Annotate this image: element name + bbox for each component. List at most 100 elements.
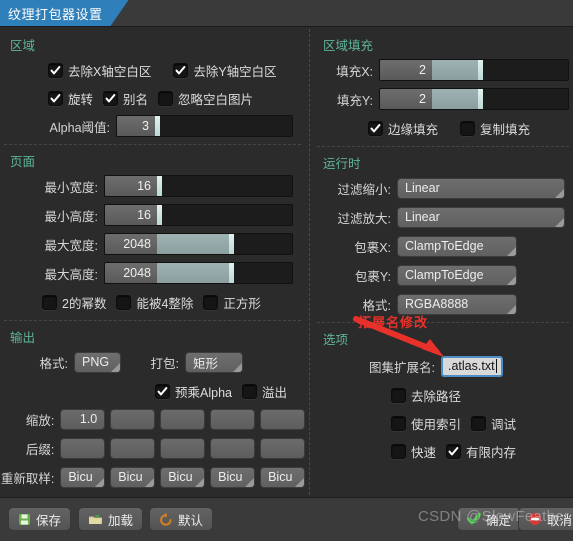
fill-checkbox-row: 边缘填充 复制填充 [313,116,573,140]
dropdown-value: Bicu [218,470,243,484]
slider-value: 16 [105,205,157,225]
wrap-y-label: 包裹Y: [354,269,391,284]
pack-label: 打包: [150,356,179,371]
save-button[interactable]: 保存 [8,507,72,531]
suffix-field-4[interactable] [210,437,256,459]
scale-field-5[interactable] [260,408,306,430]
checkbox-box [48,90,63,106]
checkbox-strip-x-whitespace[interactable]: 去除X轴空白区 [48,61,151,80]
filter-mag-label: 过滤放大: [337,211,391,226]
wrap-y-dropdown[interactable]: ClampToEdge [397,264,517,286]
suffix-field-5[interactable] [260,437,306,459]
fill-y-slider[interactable]: 2 [379,88,569,110]
checkbox-box [391,415,406,431]
checkbox-box [471,415,487,431]
section-runtime: 运行时 过滤缩小: Linear 过滤放大: Linear 包裹X: Clamp… [313,153,573,316]
slider-fill [432,60,478,80]
tab-label: 纹理打包器设置 [8,6,103,22]
fill-y-label: 填充Y: [336,93,373,108]
checkbox-divisible-by-four[interactable]: 能被4整除 [116,293,193,312]
fill-x-slider[interactable]: 2 [379,59,569,81]
load-button[interactable]: 加载 [78,507,144,531]
max-width-slider[interactable]: 2048 [104,233,293,255]
checkbox-strip-path[interactable]: 去除路径 [391,386,461,405]
scale-field-1[interactable]: 1.0 [60,408,106,430]
section-runtime-title: 运行时 [323,157,361,171]
suffix-field-1[interactable] [60,437,106,459]
checkbox-strip-y-whitespace[interactable]: 去除Y轴空白区 [173,61,277,80]
min-height-row: 最小高度: 16 [0,203,305,227]
max-height-slider[interactable]: 2048 [104,262,293,284]
checkbox-edge-padding[interactable]: 边缘填充 [368,119,438,138]
dropdown-value: 矩形 [193,356,219,371]
check-icon [157,386,168,395]
resample-dropdown-2[interactable]: Bicu [110,466,156,488]
checkbox-label: 去除Y轴空白区 [193,64,277,79]
format-dropdown[interactable]: PNG [74,351,121,373]
checkbox-box [460,120,476,136]
checkbox-label: 旋转 [68,92,94,107]
resample-dropdown-4[interactable]: Bicu [210,466,256,488]
dropdown-value: Bicu [268,470,293,484]
page-checkbox-row: 2的幂数 能被4整除 正方形 [0,290,305,314]
default-button[interactable]: 默认 [149,507,214,531]
checkbox-box [203,294,219,310]
scale-field-2[interactable] [110,408,156,430]
filter-min-dropdown[interactable]: Linear [397,177,565,199]
checkbox-ignore-blank-images[interactable]: 忽略空白图片 [158,89,253,108]
floppy-disk-icon [18,513,31,526]
min-width-slider[interactable]: 16 [104,175,293,197]
dropdown-value: ClampToEdge [405,268,484,282]
resample-dropdown-5[interactable]: Bicu [260,466,306,488]
checkbox-box [241,383,257,399]
checkbox-label: 忽略空白图片 [178,92,254,107]
options-checkbox-row-3: 快速 有限内存 [313,439,573,463]
alpha-threshold-slider[interactable]: 3 [116,115,293,137]
scale-field-3[interactable] [160,408,206,430]
resample-label: 重新取样: [0,471,55,486]
slider-value: 2048 [105,234,157,254]
column-divider [309,29,310,495]
checkbox-box [155,383,170,399]
checkbox-label: 别名 [123,92,149,107]
slider-track [483,89,568,109]
checkbox-rotate[interactable]: 旋转 [48,89,93,108]
reset-arrow-icon [159,512,173,526]
resample-dropdown-1[interactable]: Bicu [60,466,106,488]
suffix-field-2[interactable] [110,437,156,459]
resample-dropdown-3[interactable]: Bicu [160,466,206,488]
dropdown-value: Bicu [168,470,193,484]
tab-texture-packer-settings[interactable]: 纹理打包器设置 [0,0,129,26]
dropdown-value: Linear [405,210,440,224]
checkbox-limit-memory[interactable]: 有限内存 [446,442,516,461]
section-region-fill-title: 区域填充 [323,39,374,53]
checkbox-fast[interactable]: 快速 [391,442,436,461]
pack-dropdown[interactable]: 矩形 [185,351,243,373]
atlas-extension-row: 图集扩展名: .atlas.txt [313,354,573,378]
checkbox-duplicate-padding[interactable]: 复制填充 [460,119,530,138]
checkbox-use-indexes[interactable]: 使用索引 [391,414,461,433]
suffix-field-3[interactable] [160,437,206,459]
filter-min-row: 过滤缩小: Linear [313,176,573,200]
checkbox-premultiply-alpha[interactable]: 预乘Alpha [155,382,232,401]
checkbox-power-of-two[interactable]: 2的幂数 [42,293,106,312]
filter-mag-dropdown[interactable]: Linear [397,206,565,228]
input-value: .atlas.txt [448,359,495,373]
scale-field-4[interactable] [210,408,256,430]
checkbox-bleed[interactable]: 溢出 [241,382,287,401]
atlas-extension-input[interactable]: .atlas.txt [441,355,503,377]
divider [317,322,569,323]
min-height-slider[interactable]: 16 [104,204,293,226]
checkbox-square[interactable]: 正方形 [203,293,261,312]
checkbox-box [391,387,406,403]
checkbox-debug[interactable]: 调试 [471,414,516,433]
alpha-threshold-row: Alpha阈值: 3 [0,114,305,138]
slider-value: 2 [380,60,432,80]
checkbox-alias[interactable]: 别名 [103,89,148,108]
section-region-title: 区域 [10,39,36,53]
slider-value: 3 [117,116,155,136]
checkbox-label: 边缘填充 [388,122,439,137]
checkbox-label: 快速 [411,445,437,460]
slider-fill [157,234,229,254]
wrap-x-dropdown[interactable]: ClampToEdge [397,235,517,257]
